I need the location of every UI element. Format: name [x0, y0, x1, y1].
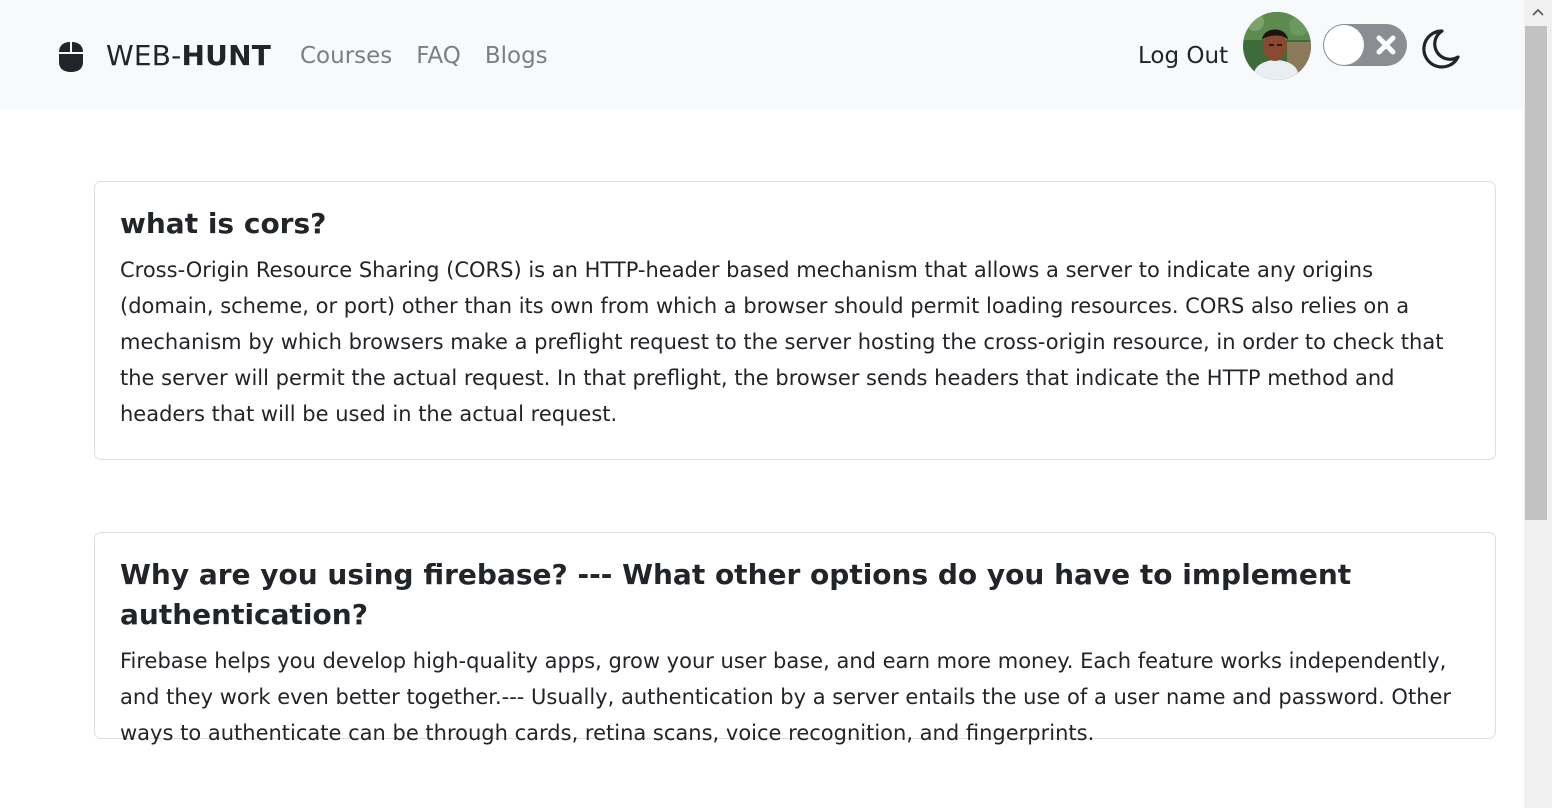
- close-icon: [1376, 35, 1396, 55]
- card-body: Firebase helps you develop high-quality …: [120, 649, 1452, 745]
- logout-button[interactable]: Log Out: [1138, 41, 1228, 71]
- avatar-image: [1243, 12, 1311, 80]
- nav-link-courses[interactable]: Courses: [300, 41, 392, 71]
- vertical-scrollbar[interactable]: [1524, 0, 1552, 808]
- brand-bold: HUNT: [181, 39, 272, 72]
- mouse-icon: [59, 42, 83, 72]
- avatar[interactable]: [1243, 12, 1311, 80]
- nav-link-blogs[interactable]: Blogs: [485, 41, 548, 71]
- toggle-knob: [1324, 25, 1364, 65]
- theme-toggle-switch[interactable]: [1323, 24, 1407, 66]
- scrollbar-thumb[interactable]: [1525, 26, 1547, 520]
- moon-icon[interactable]: [1418, 27, 1462, 71]
- scroll-up-arrow-icon[interactable]: [1532, 8, 1544, 16]
- qa-card: what is cors? Cross-Origin Resource Shar…: [94, 181, 1496, 460]
- brand-logo[interactable]: WEB-HUNT: [106, 38, 271, 74]
- brand-prefix: WEB-: [106, 39, 182, 72]
- qa-card: Why are you using firebase? --- What oth…: [94, 532, 1496, 745]
- card-title: what is cors?: [120, 207, 327, 240]
- card-title: Why are you using firebase? --- What oth…: [120, 558, 1352, 631]
- nav-link-faq[interactable]: FAQ: [416, 41, 461, 71]
- card-body: Cross-Origin Resource Sharing (CORS) is …: [120, 258, 1444, 426]
- nav-links: Courses FAQ Blogs: [300, 41, 548, 71]
- navbar: WEB-HUNT Courses FAQ Blogs Log Out: [0, 0, 1524, 109]
